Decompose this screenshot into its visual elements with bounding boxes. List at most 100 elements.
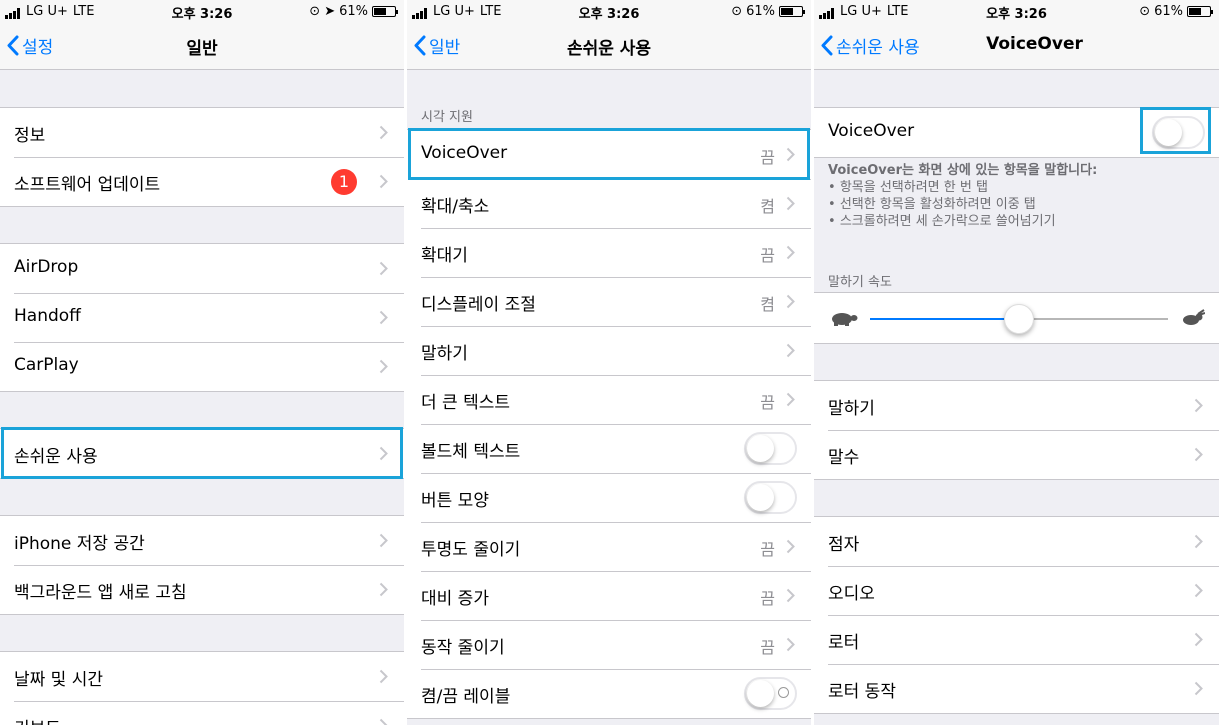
description-title: VoiceOver는 화면 상에 있는 항목을 말합니다: xyxy=(828,163,1098,178)
row-braille[interactable]: 점자 xyxy=(814,517,1219,566)
row-label: AirDrop xyxy=(14,257,79,277)
row-label: 말수 xyxy=(828,448,860,468)
row-rotor-actions[interactable]: 로터 동작 xyxy=(814,664,1219,713)
chevron-right-icon xyxy=(379,582,388,597)
settings-group: 정보 소프트웨어 업데이트 1 xyxy=(0,107,404,207)
row-label: VoiceOver xyxy=(421,143,508,163)
button-shapes-toggle[interactable] xyxy=(744,481,797,514)
row-label: 점자 xyxy=(828,535,860,555)
voiceover-group: 점자 오디오 로터 로터 동작 xyxy=(814,516,1219,714)
status-bar: LG U+ LTE 오후 3:26 ⊙ ➤ 61% xyxy=(0,0,404,24)
speaking-rate-thumb[interactable] xyxy=(1004,304,1034,334)
chevron-right-icon xyxy=(379,718,388,725)
row-value: 끔 xyxy=(760,589,775,608)
chevron-right-icon xyxy=(379,359,388,374)
row-voiceover[interactable]: VoiceOver 끔 xyxy=(407,130,811,179)
row-value: 끔 xyxy=(760,638,775,657)
row-iphone-storage[interactable]: iPhone 저장 공간 xyxy=(0,516,404,565)
row-label: 키보드 xyxy=(14,714,61,725)
row-date-time[interactable]: 날짜 및 시간 xyxy=(0,652,404,701)
row-software-update[interactable]: 소프트웨어 업데이트 1 xyxy=(0,157,404,206)
row-on-off-labels: 켬/끔 레이블 xyxy=(407,669,811,718)
row-label: 로터 xyxy=(828,633,860,653)
chevron-right-icon xyxy=(786,539,795,554)
description-item: 항목을 선택하려면 한 번 탭 xyxy=(828,179,1205,196)
row-display-accommodations[interactable]: 디스플레이 조절 켬 xyxy=(407,277,811,326)
row-speech[interactable]: 말하기 xyxy=(814,381,1219,430)
chevron-right-icon xyxy=(786,294,795,309)
row-label: 더 큰 텍스트 xyxy=(421,393,511,413)
row-larger-text[interactable]: 더 큰 텍스트 끔 xyxy=(407,375,811,424)
settings-group: AirDrop Handoff CarPlay xyxy=(0,243,404,392)
on-off-labels-toggle[interactable] xyxy=(744,677,797,710)
battery-icon xyxy=(779,6,805,17)
description-item: 선택한 항목을 활성화하려면 이중 탭 xyxy=(828,196,1205,213)
lock-rotation-icon: ⊙ xyxy=(731,4,743,19)
lock-rotation-icon: ⊙ xyxy=(309,4,321,19)
chevron-right-icon xyxy=(786,245,795,260)
row-label: 날짜 및 시간 xyxy=(14,670,104,690)
row-about[interactable]: 정보 xyxy=(0,108,404,157)
nav-bar: 설정 일반 xyxy=(0,24,404,70)
chevron-right-icon xyxy=(786,588,795,603)
chevron-right-icon xyxy=(786,147,795,162)
settings-group: 날짜 및 시간 키보드 xyxy=(0,651,404,725)
row-increase-contrast[interactable]: 대비 증가 끔 xyxy=(407,571,811,620)
battery-icon xyxy=(1187,6,1213,17)
voiceover-description: VoiceOver는 화면 상에 있는 항목을 말합니다: 항목을 선택하려면 … xyxy=(828,162,1205,230)
row-speech[interactable]: 말하기 xyxy=(407,326,811,375)
rabbit-icon xyxy=(1183,309,1205,325)
row-keyboard[interactable]: 키보드 xyxy=(0,701,404,725)
status-bar: LG U+ LTE 오후 3:26 ⊙ 61% xyxy=(814,0,1219,24)
row-value: 끔 xyxy=(760,540,775,559)
row-verbosity[interactable]: 말수 xyxy=(814,430,1219,479)
chevron-right-icon xyxy=(786,637,795,652)
row-reduce-transparency[interactable]: 투명도 줄이기 끔 xyxy=(407,522,811,571)
chevron-right-icon xyxy=(1194,583,1203,598)
row-label: VoiceOver xyxy=(828,121,915,141)
chevron-right-icon xyxy=(786,392,795,407)
row-airdrop[interactable]: AirDrop xyxy=(0,244,404,293)
voiceover-toggle[interactable] xyxy=(1152,116,1205,149)
row-magnifier[interactable]: 확대기 끔 xyxy=(407,228,811,277)
screen-general: LG U+ LTE 오후 3:26 ⊙ ➤ 61% 설정 일반 정보 소프트웨어… xyxy=(0,0,404,725)
battery-percent: 61% xyxy=(339,4,368,19)
status-bar: LG U+ LTE 오후 3:26 ⊙ 61% xyxy=(407,0,811,24)
chevron-right-icon xyxy=(786,196,795,211)
row-carplay[interactable]: CarPlay xyxy=(0,342,404,391)
speaking-rate-track xyxy=(870,304,1168,334)
chevron-right-icon xyxy=(379,533,388,548)
nav-bar: 손쉬운 사용 VoiceOver xyxy=(814,24,1219,70)
row-label: 켬/끔 레이블 xyxy=(421,687,511,707)
battery-percent: 61% xyxy=(746,4,775,19)
chevron-right-icon xyxy=(379,125,388,140)
row-value: 끔 xyxy=(760,148,775,167)
row-label: 디스플레이 조절 xyxy=(421,295,536,315)
bold-text-toggle[interactable] xyxy=(744,432,797,465)
section-header-speaking-rate: 말하기 속도 xyxy=(828,275,892,290)
row-label: 백그라운드 앱 새로 고침 xyxy=(14,583,187,603)
page-title: 손쉬운 사용 xyxy=(566,39,652,59)
row-value: 끔 xyxy=(760,246,775,265)
row-reduce-motion[interactable]: 동작 줄이기 끔 xyxy=(407,620,811,669)
row-label: 확대/축소 xyxy=(421,197,490,217)
chevron-right-icon xyxy=(379,174,388,189)
chevron-right-icon xyxy=(1194,534,1203,549)
screen-accessibility: LG U+ LTE 오후 3:26 ⊙ 61% 일반 손쉬운 사용 시각 지원 … xyxy=(407,0,811,725)
row-accessibility[interactable]: 손쉬운 사용 xyxy=(0,429,404,478)
toggle-knob xyxy=(747,680,774,707)
row-audio[interactable]: 오디오 xyxy=(814,566,1219,615)
row-label: 확대기 xyxy=(421,246,468,266)
voiceover-group: 말하기 말수 xyxy=(814,380,1219,480)
row-background-refresh[interactable]: 백그라운드 앱 새로 고침 xyxy=(0,565,404,614)
nav-bar: 일반 손쉬운 사용 xyxy=(407,24,811,70)
row-zoom[interactable]: 확대/축소 켬 xyxy=(407,179,811,228)
chevron-right-icon xyxy=(1194,681,1203,696)
row-rotor[interactable]: 로터 xyxy=(814,615,1219,664)
row-handoff[interactable]: Handoff xyxy=(0,293,404,342)
row-value: 켬 xyxy=(760,295,775,314)
row-voiceover: VoiceOver xyxy=(814,108,1219,157)
row-label: 오디오 xyxy=(828,584,875,604)
turtle-icon xyxy=(832,313,858,326)
row-value: 켬 xyxy=(760,197,775,216)
